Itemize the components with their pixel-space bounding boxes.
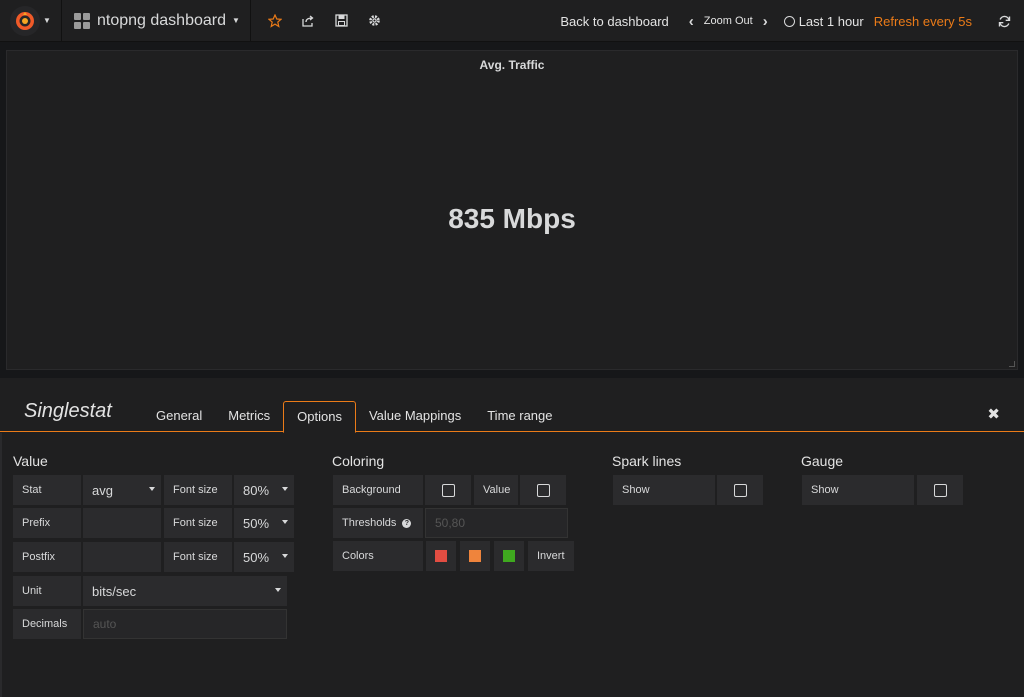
prefix-input[interactable] [83,508,161,538]
prefix-font-size-value: 50% [243,515,270,531]
share-button[interactable] [292,0,325,42]
refresh-interval-label[interactable]: Refresh every 5s [868,14,984,29]
panel-title[interactable]: Avg. Traffic [7,58,1017,72]
close-editor-button[interactable]: ✖ [987,405,1000,423]
singlestat-panel: Avg. Traffic 835 Mbps [6,50,1018,370]
save-icon [335,14,348,27]
unit-select[interactable]: bits/sec [83,576,287,606]
chevron-down-icon: ▼ [232,16,240,25]
thresholds-placeholder: 50,80 [435,516,466,530]
editor-panel-type: Singlestat [24,400,112,422]
chevron-down-icon [282,554,288,558]
coloring-value-checkbox[interactable] [520,475,566,505]
panel-resize-handle[interactable] [1009,361,1015,367]
postfix-input[interactable] [83,542,161,572]
stat-font-size-value: 80% [243,482,270,498]
help-icon[interactable]: ? [402,518,412,528]
stat-font-size-select[interactable]: 80% [234,475,294,505]
top-navbar: ▼ ntopng dashboard ▼ Back to dashboard ‹… [0,0,1024,42]
coloring-value-label: Value [474,475,518,505]
colors-label: Colors [333,541,423,571]
chevron-down-icon: ▼ [43,16,51,25]
postfix-font-size-select[interactable]: 50% [234,542,294,572]
dashboard-grid-icon [74,12,90,29]
save-button[interactable] [325,0,358,42]
unit-label: Unit [13,576,81,606]
tab-value-mappings[interactable]: Value Mappings [356,401,474,432]
postfix-font-size-label: Font size [164,542,232,572]
time-range-picker[interactable]: Last 1 hour [774,14,868,29]
postfix-font-size-value: 50% [243,549,270,565]
zoom-out-button[interactable]: Zoom Out [700,15,757,27]
panel-editor: Singlestat General Metrics Options Value… [0,378,1024,697]
checkbox-icon [933,483,947,497]
stat-select[interactable]: avg [83,475,161,505]
settings-button[interactable] [358,0,391,42]
tab-metrics[interactable]: Metrics [215,401,283,432]
stat-select-value: avg [92,482,113,498]
thresholds-input[interactable]: 50,80 [425,508,568,538]
gear-icon [369,15,380,26]
gauge-show-checkbox[interactable] [917,475,963,505]
editor-tabs: General Metrics Options Value Mappings T… [143,401,566,433]
editor-header: Singlestat General Metrics Options Value… [0,378,1024,433]
checkbox-icon [733,483,747,497]
color-swatch-2[interactable] [460,541,490,571]
time-back-button[interactable]: ‹ [683,13,700,30]
refresh-icon [998,15,1010,27]
stat-label: Stat [13,475,81,505]
panel-value: 835 Mbps [448,203,576,234]
dashboard-title: ntopng dashboard [97,11,226,29]
star-button[interactable] [259,0,292,42]
thresholds-label: Thresholds ? [333,508,423,538]
decimals-placeholder: auto [93,617,117,631]
background-checkbox[interactable] [425,475,471,505]
chevron-down-icon [275,588,281,592]
spark-lines-section-title: Spark lines [612,453,682,469]
prefix-font-size-select[interactable]: 50% [234,508,294,538]
postfix-label: Postfix [13,542,81,572]
spark-lines-show-label: Show [613,475,715,505]
decimals-label: Decimals [13,609,81,639]
prefix-label: Prefix [13,508,81,538]
orange-swatch [469,550,481,562]
prefix-font-size-label: Font size [164,508,232,538]
grafana-menu-button[interactable]: ▼ [0,0,62,42]
chevron-down-icon [149,487,155,491]
gauge-show-label: Show [802,475,914,505]
unit-select-value: bits/sec [92,583,137,599]
tab-options[interactable]: Options [283,401,356,433]
background-label: Background [333,475,423,505]
chevron-down-icon [282,520,288,524]
tab-time-range[interactable]: Time range [474,401,565,432]
checkbox-icon [441,483,455,497]
tab-general[interactable]: General [143,401,215,432]
refresh-button[interactable] [984,0,1024,42]
color-swatch-1[interactable] [426,541,456,571]
color-swatch-3[interactable] [494,541,524,571]
spark-lines-show-checkbox[interactable] [717,475,763,505]
value-section-title: Value [13,453,48,469]
options-tab-body: Value Stat avg Font size 80% Prefix Font… [0,433,1024,697]
coloring-section-title: Coloring [332,453,385,469]
dashboard-picker[interactable]: ntopng dashboard ▼ [62,0,251,42]
gauge-section-title: Gauge [801,453,844,469]
share-icon [302,14,314,27]
thresholds-label-text: Thresholds [342,517,397,529]
decimals-input[interactable]: auto [83,609,287,639]
back-to-dashboard-link[interactable]: Back to dashboard [552,14,676,29]
green-swatch [503,550,515,562]
chevron-down-icon [282,487,288,491]
invert-button[interactable]: Invert [528,541,574,571]
time-forward-button[interactable]: › [757,13,774,30]
clock-icon [783,15,795,27]
star-icon [268,13,283,28]
red-swatch [435,550,447,562]
checkbox-icon [536,483,550,497]
time-range-label: Last 1 hour [798,13,864,29]
grafana-logo-icon [10,5,41,36]
stat-font-size-label: Font size [164,475,232,505]
